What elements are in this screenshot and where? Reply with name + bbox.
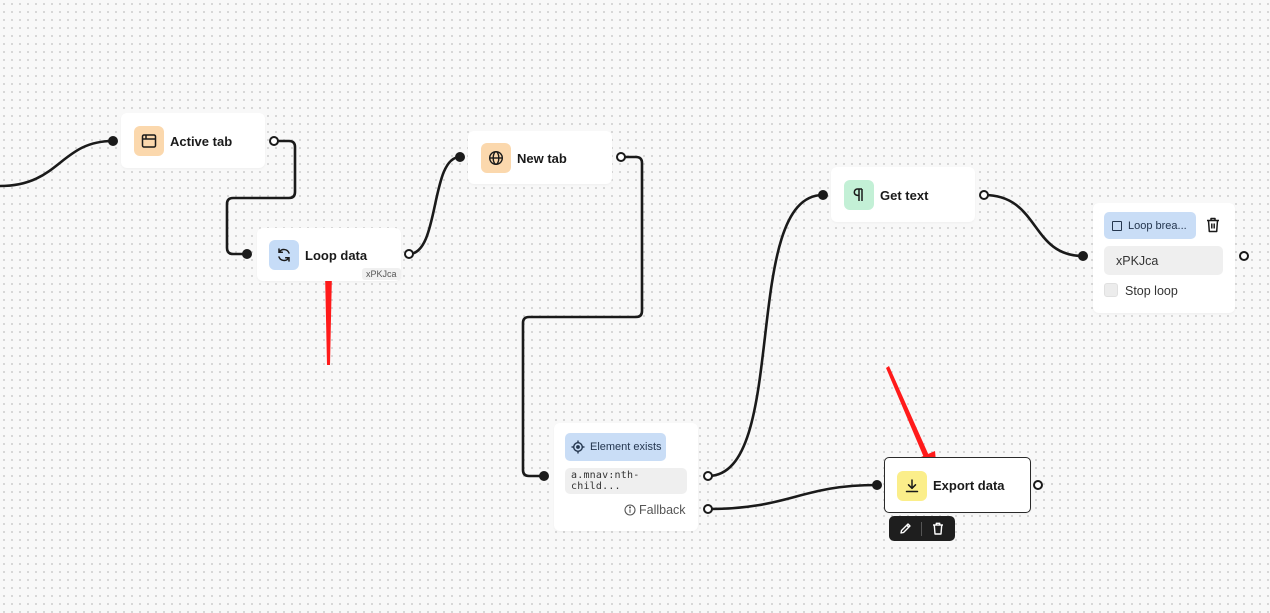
connection-fallback-export-data (706, 483, 879, 511)
get-text-output-port[interactable] (979, 190, 989, 200)
get-text-input-port[interactable] (818, 190, 828, 200)
loop-id-field[interactable]: xPKJca (1104, 246, 1223, 275)
export-data-output-port[interactable] (1033, 480, 1043, 490)
node-loop-breakpoint[interactable]: Loop brea... xPKJca Stop loop (1093, 203, 1235, 313)
download-icon (897, 471, 927, 501)
stop-loop-label: Stop loop (1125, 284, 1178, 298)
loop-breakpoint-title: Loop brea... (1128, 219, 1187, 232)
element-exists-title: Element exists (590, 441, 662, 453)
crosshair-icon (571, 440, 585, 454)
new-tab-output-port[interactable] (616, 152, 626, 162)
active-tab-output-port[interactable] (269, 136, 279, 146)
loop-id-tag: xPKJca (362, 268, 401, 280)
loop-arrows-icon (269, 240, 299, 270)
active-tab-input-port[interactable] (108, 136, 118, 146)
connection-incoming-active-tab (0, 139, 115, 188)
node-toolbar (889, 516, 955, 541)
pencil-icon[interactable] (889, 517, 921, 541)
new-tab-input-port[interactable] (455, 152, 465, 162)
loop-data-output-port[interactable] (404, 249, 414, 259)
node-label: Get text (880, 188, 929, 203)
node-active-tab[interactable]: Active tab (121, 113, 265, 168)
node-export-data[interactable]: Export data (884, 457, 1031, 513)
node-loop-data[interactable]: Loop data xPKJca (257, 228, 401, 281)
loop-breakpoint-output-port[interactable] (1239, 251, 1249, 261)
loop-data-input-port[interactable] (242, 249, 252, 259)
fallback-label: Fallback (639, 503, 686, 517)
loop-breakpoint-header: Loop brea... (1104, 212, 1196, 239)
globe-icon (481, 143, 511, 173)
element-exists-success-output-port[interactable] (703, 471, 713, 481)
trash-icon[interactable] (922, 517, 954, 541)
stop-loop-checkbox[interactable] (1104, 283, 1118, 297)
node-label: Loop data (305, 248, 368, 263)
node-element-exists[interactable]: Element exists a.mnav:nth-child... Fallb… (554, 423, 698, 531)
node-new-tab[interactable]: New tab (468, 131, 612, 184)
node-get-text[interactable]: Get text (831, 167, 975, 222)
paragraph-icon (844, 180, 874, 210)
info-icon (624, 504, 636, 516)
export-data-input-port[interactable] (872, 480, 882, 490)
node-label: Active tab (170, 134, 233, 149)
selector-field[interactable]: a.mnav:nth-child... (565, 468, 687, 494)
element-exists-input-port[interactable] (539, 471, 549, 481)
connection-element-exists-get-text (706, 193, 825, 478)
node-label: Export data (933, 478, 1005, 493)
loop-breakpoint-input-port[interactable] (1078, 251, 1088, 261)
browser-window-icon (134, 126, 164, 156)
trash-icon[interactable] (1206, 217, 1220, 238)
connection-get-text-loop-breakpoint (982, 193, 1085, 258)
node-label: New tab (517, 151, 567, 166)
element-exists-fallback-output-port[interactable] (703, 504, 713, 514)
fallback-row: Fallback (624, 503, 686, 517)
connection-loop-data-new-tab (407, 155, 462, 256)
stop-square-icon (1112, 220, 1122, 231)
element-exists-header: Element exists (565, 433, 666, 461)
